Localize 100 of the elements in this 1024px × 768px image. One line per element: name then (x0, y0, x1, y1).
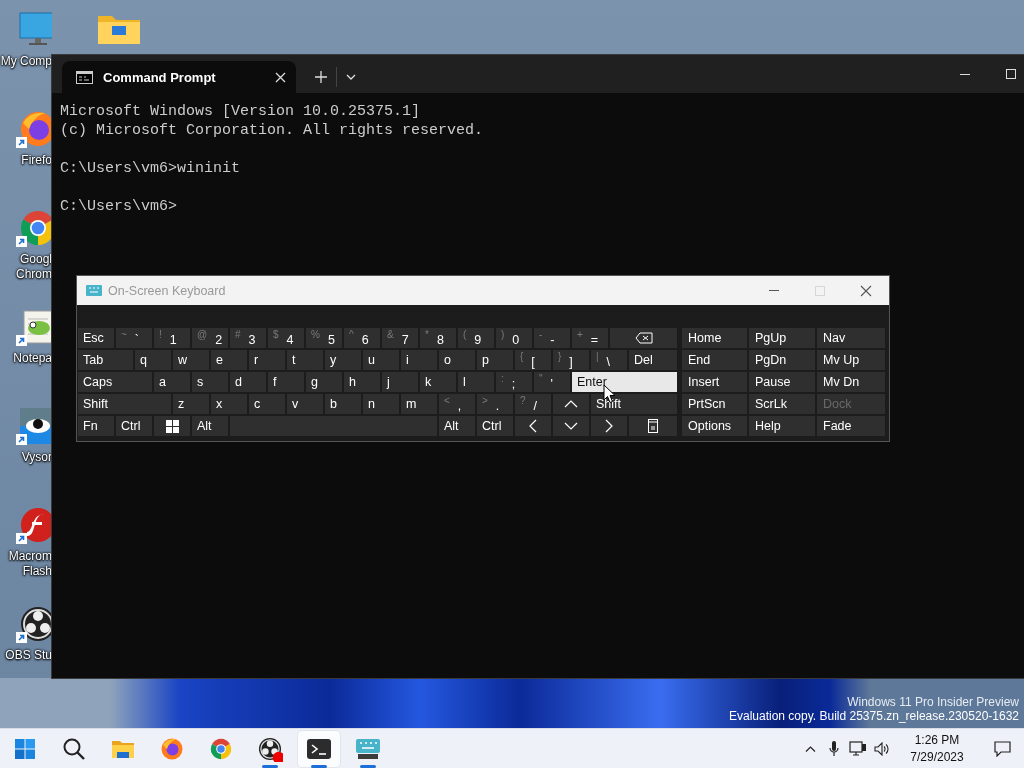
console-line: C:\Users\vm6>wininit (60, 159, 242, 178)
keyboard-key[interactable]: c (249, 394, 285, 414)
keyboard-key[interactable]: n (363, 394, 399, 414)
keyboard-key[interactable]: { [ (515, 350, 551, 370)
keyboard-key[interactable]: ? / (515, 394, 551, 414)
keyboard-key[interactable]: & 7 (382, 328, 418, 348)
keyboard-key[interactable]: Mv Up (817, 350, 885, 370)
keyboard-key[interactable]: # 3 (230, 328, 266, 348)
keyboard-key[interactable]: } ] (553, 350, 589, 370)
keyboard-key[interactable]: r (249, 350, 285, 370)
plus-icon (315, 71, 327, 83)
keyboard-icon (86, 284, 102, 297)
icon-label: Macrom Flash (7, 549, 52, 579)
keyboard-key[interactable]: Mv Dn (817, 372, 885, 392)
keyboard-key[interactable]: Fade (817, 416, 885, 436)
keyboard-key[interactable]: Shift (591, 394, 677, 414)
keyboard-key[interactable]: ~ ` (116, 328, 152, 348)
windows-logo-icon (165, 419, 179, 433)
keyboard-key[interactable]: Ctrl (116, 416, 152, 436)
watermark-text: Evaluation copy. Build 25375.zn_release.230520-1632 (729, 709, 1019, 723)
keyboard-key[interactable]: q (135, 350, 171, 370)
keyboard-key[interactable]: k (420, 372, 456, 392)
keyboard-key[interactable]: + = (572, 328, 608, 348)
keyboard-key[interactable]: s (192, 372, 228, 392)
keyboard-key[interactable]: Del (629, 350, 677, 370)
keyboard-key[interactable]: | \ (591, 350, 627, 370)
terminal-tab[interactable]: Command Prompt (62, 61, 296, 93)
keyboard-key[interactable]: b (325, 394, 361, 414)
chevron-down-icon (564, 422, 578, 430)
keyboard-key[interactable]: t (287, 350, 323, 370)
keyboard-key[interactable]: Enter (572, 372, 677, 392)
keyboard-key[interactable]: a (154, 372, 190, 392)
keyboard-key[interactable]: : ; (496, 372, 532, 392)
fox-globe-icon (159, 736, 184, 761)
keyboard-key[interactable]: m (401, 394, 437, 414)
keyboard-key[interactable]: z (173, 394, 209, 414)
keyboard-key[interactable]: p (477, 350, 513, 370)
keyboard-key[interactable]: Caps (78, 372, 152, 392)
keyboard-key[interactable]: f (268, 372, 304, 392)
keyboard-key[interactable]: Tab (78, 350, 133, 370)
keyboard-key[interactable]: w (173, 350, 209, 370)
keyboard-key[interactable]: Insert (682, 372, 747, 392)
keyboard-key[interactable]: ^ 6 (344, 328, 380, 348)
minimize-icon (960, 73, 970, 75)
keyboard-key[interactable] (629, 416, 677, 436)
keyboard-key[interactable]: o (439, 350, 475, 370)
clock[interactable]: 1:26 PM 7/29/2023 (894, 731, 980, 766)
keyboard-key[interactable]: ScrLk (749, 394, 815, 414)
console-line: C:\Users\vm6> (60, 197, 179, 216)
keyboard-key[interactable]: d (230, 372, 266, 392)
keyboard-key[interactable]: g (306, 372, 342, 392)
keyboard-key[interactable]: Alt (439, 416, 475, 436)
taskbar-button[interactable] (297, 730, 340, 767)
start-icon (14, 738, 35, 759)
keyboard-key[interactable]: h (344, 372, 380, 392)
keyboard-key[interactable]: y (325, 350, 361, 370)
close-icon (860, 284, 872, 297)
keyboard-key[interactable]: i (401, 350, 437, 370)
keyboard-key[interactable]: " ' (534, 372, 570, 392)
keyboard-key[interactable]: j (382, 372, 418, 392)
keyboard-key[interactable]: Esc (78, 328, 114, 348)
network-icon (849, 740, 867, 757)
keyboard-key[interactable]: Help (749, 416, 815, 436)
icon-label: Firefo (20, 153, 52, 168)
keyboard-key[interactable]: ) 0 (496, 328, 532, 348)
keyboard-key[interactable]: ! 1 (154, 328, 190, 348)
swoosh-icon[interactable] (18, 505, 52, 545)
chevron-up-icon (804, 745, 816, 752)
console-line: Microsoft Windows [Version 10.0.25375.1] (60, 102, 422, 121)
keyboard-key[interactable]: Shift (78, 394, 171, 414)
round-logo-icon (208, 736, 233, 761)
keyboard-key[interactable]: Alt (192, 416, 228, 436)
keyboard-key[interactable]: Pause (749, 372, 815, 392)
keyboard-key[interactable]: - - (534, 328, 570, 348)
keyboard-key[interactable]: l (458, 372, 494, 392)
keyboard-key[interactable]: * 8 (420, 328, 456, 348)
icon-label: Vysor (20, 450, 52, 465)
icon-label: Googl Chrom (15, 252, 52, 282)
keyboard-key[interactable]: Fn (78, 416, 114, 436)
keyboard-key[interactable]: v (287, 394, 323, 414)
keyboard-key[interactable]: PrtScn (682, 394, 747, 414)
keyboard-key[interactable]: < , (439, 394, 475, 414)
keyboard-key[interactable]: @ 2 (192, 328, 228, 348)
keyboard-key[interactable]: e (211, 350, 247, 370)
keyboard-key[interactable]: ( 9 (458, 328, 494, 348)
keyboard-key[interactable]: u (363, 350, 399, 370)
keyboard-key[interactable]: Options (682, 416, 747, 436)
maximize-icon (815, 285, 825, 296)
keyboard-key[interactable]: PgUp (749, 328, 815, 348)
keyboard-key[interactable]: > . (477, 394, 513, 414)
keyboard-key[interactable]: End (682, 350, 747, 370)
keyboard-key[interactable]: $ 4 (268, 328, 304, 348)
keyboard-key[interactable]: Ctrl (477, 416, 513, 436)
keyboard-key[interactable]: Nav (817, 328, 885, 348)
keyboard-key[interactable]: % 5 (306, 328, 342, 348)
keyboard-key[interactable]: x (211, 394, 247, 414)
keyboard-key[interactable] (154, 416, 190, 436)
keyboard-key[interactable]: PgDn (749, 350, 815, 370)
close-icon[interactable] (275, 71, 286, 83)
keyboard-key[interactable]: Home (682, 328, 747, 348)
